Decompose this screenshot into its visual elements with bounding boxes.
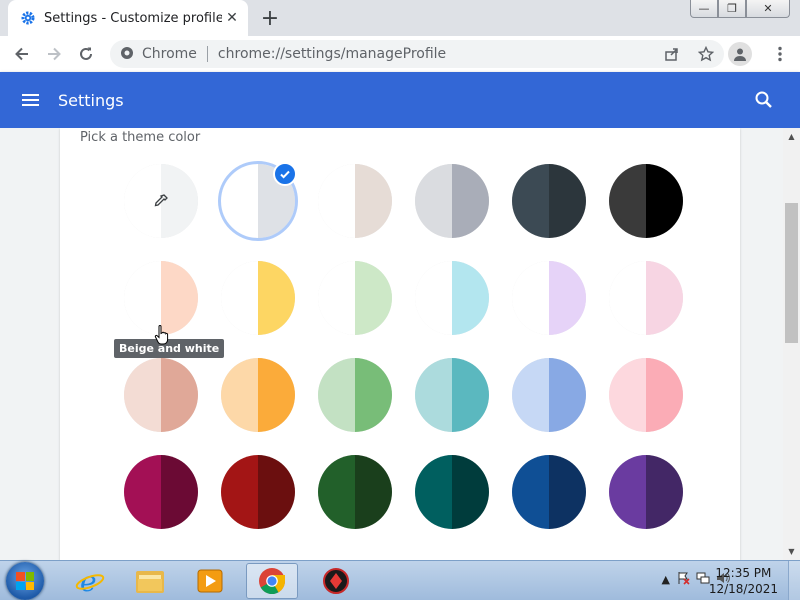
reload-button[interactable] xyxy=(70,38,102,70)
media-player-icon xyxy=(197,569,223,593)
clock-date: 12/18/2021 xyxy=(708,582,778,596)
theme-swatch-dark-pink[interactable] xyxy=(124,455,198,529)
chrome-icon xyxy=(259,568,286,595)
scroll-up-arrow-icon[interactable]: ▲ xyxy=(783,128,800,145)
url-text[interactable]: chrome://settings/manageProfile xyxy=(218,46,446,62)
show-hidden-icons-icon[interactable]: ▲ xyxy=(662,573,670,586)
theme-swatch-light-grey[interactable] xyxy=(415,164,489,238)
theme-swatch-light-teal[interactable] xyxy=(415,358,489,432)
taskbar-internet-explorer[interactable]: e xyxy=(64,563,116,599)
theme-swatch-dark-red[interactable] xyxy=(221,455,295,529)
chrome-site-icon xyxy=(120,45,134,64)
tab-close-icon[interactable]: ✕ xyxy=(222,8,242,28)
settings-content: Pick a theme color Beige and white ▲ ▼ xyxy=(0,128,800,560)
taskbar-media-player[interactable] xyxy=(184,563,236,599)
theme-swatch-green-and-white[interactable] xyxy=(318,261,392,335)
browser-toolbar: Chrome chrome://settings/manageProfile xyxy=(0,36,800,72)
windows-taskbar: e ▲ 12:35 PM 12/18/2021 xyxy=(0,560,800,600)
scroll-thumb[interactable] xyxy=(785,203,798,343)
back-button[interactable] xyxy=(6,38,38,70)
page-scrollbar[interactable]: ▲ ▼ xyxy=(783,128,800,560)
person-icon xyxy=(734,48,746,61)
theme-swatch-yellow-and-white[interactable] xyxy=(221,261,295,335)
start-button[interactable] xyxy=(6,562,44,600)
internet-explorer-icon: e xyxy=(75,565,105,597)
forward-arrow-icon xyxy=(48,47,61,61)
maximize-button[interactable]: ❐ xyxy=(718,0,746,18)
taskbar-file-explorer[interactable] xyxy=(124,563,176,599)
bookmark-star-icon[interactable] xyxy=(694,42,718,66)
action-center-flag-icon[interactable] xyxy=(676,571,690,588)
page-title: Settings xyxy=(58,90,124,110)
red-app-icon xyxy=(323,568,349,594)
site-chip: Chrome xyxy=(142,46,197,62)
omnibox-separator xyxy=(206,46,208,62)
theme-color-card: Pick a theme color Beige and white xyxy=(60,128,740,560)
minimize-button[interactable]: — xyxy=(690,0,718,18)
theme-swatch-dark-teal[interactable] xyxy=(415,455,489,529)
address-bar[interactable]: Chrome chrome://settings/manageProfile xyxy=(110,40,724,68)
reload-icon xyxy=(80,47,92,60)
scroll-down-arrow-icon[interactable]: ▼ xyxy=(783,543,800,560)
taskbar-chrome[interactable] xyxy=(246,563,298,599)
theme-swatch-black[interactable] xyxy=(609,164,683,238)
theme-swatch-light-blue[interactable] xyxy=(512,358,586,432)
theme-swatch-dark-blue[interactable] xyxy=(512,455,586,529)
search-icon[interactable] xyxy=(752,88,776,112)
theme-swatch-light-beige[interactable] xyxy=(318,164,392,238)
theme-swatch-dark-green[interactable] xyxy=(318,455,392,529)
section-title: Pick a theme color xyxy=(80,130,201,145)
profile-avatar[interactable] xyxy=(728,42,752,66)
windows-logo-icon xyxy=(16,572,34,590)
settings-header: Settings xyxy=(0,72,800,128)
theme-swatch-purple[interactable] xyxy=(609,455,683,529)
theme-swatch-light-pink[interactable] xyxy=(609,358,683,432)
theme-swatch-light-teal-and-white[interactable] xyxy=(415,261,489,335)
folder-icon xyxy=(136,571,164,593)
back-arrow-icon xyxy=(15,47,28,61)
chrome-menu-button[interactable] xyxy=(764,38,796,70)
theme-swatch-pink-and-white[interactable] xyxy=(609,261,683,335)
tab-strip: Settings - Customize profile ✕ + — ❐ ✕ xyxy=(0,0,800,36)
show-desktop-button[interactable] xyxy=(788,561,800,600)
theme-swatch-orange[interactable] xyxy=(221,358,295,432)
theme-swatch-beige[interactable] xyxy=(124,358,198,432)
theme-swatch-light-purple-and-white[interactable] xyxy=(512,261,586,335)
window-controls: — ❐ ✕ xyxy=(690,0,790,18)
share-icon[interactable] xyxy=(660,42,684,66)
clock-time: 12:35 PM xyxy=(715,566,772,580)
theme-swatch-dark-slate[interactable] xyxy=(512,164,586,238)
window-close-button[interactable]: ✕ xyxy=(746,0,790,18)
new-tab-button[interactable]: + xyxy=(258,6,282,31)
tab-title: Settings - Customize profile xyxy=(44,10,222,26)
hand-pointer-icon xyxy=(154,324,170,346)
selected-checkmark-icon xyxy=(273,162,297,186)
eyedropper-icon xyxy=(153,193,169,209)
forward-button[interactable] xyxy=(38,38,70,70)
hamburger-menu-icon[interactable] xyxy=(22,88,46,112)
tab-settings[interactable]: Settings - Customize profile ✕ xyxy=(8,0,248,36)
theme-swatch-light-green[interactable] xyxy=(318,358,392,432)
settings-gear-icon xyxy=(20,10,36,26)
taskbar-clock[interactable]: 12:35 PM 12/18/2021 xyxy=(709,565,778,597)
more-vert-icon xyxy=(778,46,782,62)
taskbar-app-red[interactable] xyxy=(310,563,362,599)
